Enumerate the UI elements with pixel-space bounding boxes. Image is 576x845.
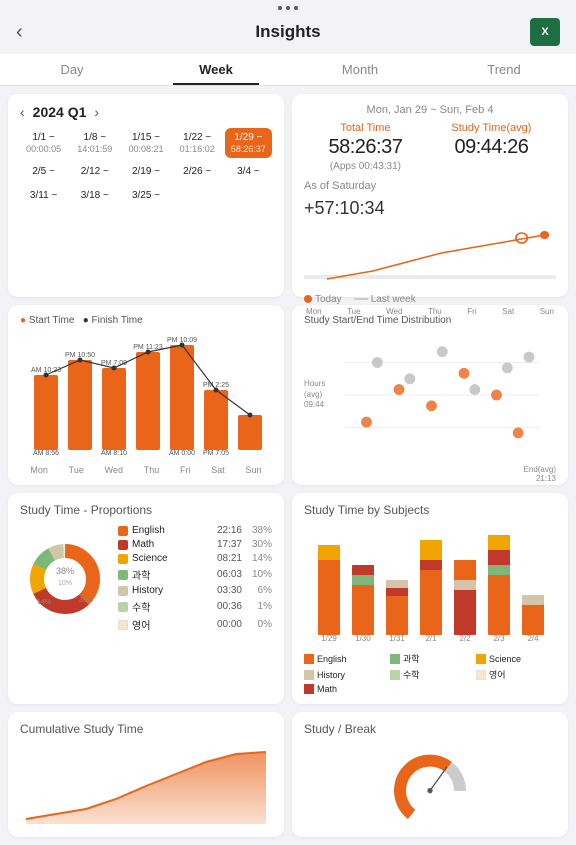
week-cell-9[interactable]: 3/4 ~	[225, 162, 272, 182]
study-break-card: Study / Break	[292, 712, 568, 837]
next-quarter-button[interactable]: ›	[94, 104, 99, 120]
svg-text:30%: 30%	[79, 597, 93, 604]
week-cell-2[interactable]: 1/15 ~ 00:08:21	[122, 128, 169, 158]
week-cell-7[interactable]: 2/19 ~	[122, 162, 169, 182]
week-cell-5[interactable]: 2/5 ~	[20, 162, 67, 182]
total-time-value: 58:26:37	[329, 136, 403, 159]
cumulative-chart	[20, 744, 272, 824]
distribution-title: Study Start/End Time Distribution	[304, 315, 556, 326]
proportions-card: Study Time - Proportions	[8, 493, 284, 704]
page-title: Insights	[46, 22, 530, 42]
svg-text:1/31: 1/31	[389, 634, 405, 643]
legend-english: English 22:16 38%	[118, 525, 272, 536]
as-of-label: As of Saturday	[304, 180, 556, 192]
legend-gwahak: 과학 06:03 10%	[118, 567, 272, 582]
legend-science: Science 08:21 14%	[118, 553, 272, 564]
proportions-title: Study Time - Proportions	[20, 503, 272, 517]
x-axis-label: End(avg)21:13	[524, 465, 556, 483]
week-cell-12[interactable]: 3/25 ~	[122, 186, 169, 206]
avg-time-label: Study Time(avg)	[451, 122, 531, 134]
week-cell-3[interactable]: 1/22 ~ 01:16:02	[174, 128, 221, 158]
back-button[interactable]: ‹	[16, 21, 46, 44]
study-break-title: Study / Break	[304, 722, 556, 736]
proportions-legend: English 22:16 38% Math 17:37 30% Science…	[118, 525, 272, 632]
start-end-chart: AM 10:23 PM 10:50 PM 7:09 PM 11:23 PM 10…	[20, 330, 272, 475]
svg-text:2/4: 2/4	[527, 634, 539, 643]
svg-text:1/30: 1/30	[355, 634, 371, 643]
subjects-title: Study Time by Subjects	[304, 503, 556, 517]
quarter-label: 2024 Q1	[33, 104, 87, 120]
tab-month[interactable]: Month	[288, 54, 432, 85]
svg-text:1/29: 1/29	[321, 634, 337, 643]
week-cell-0[interactable]: 1/1 ~ 00:00:05	[20, 128, 67, 158]
svg-text:AM 8:56: AM 8:56	[33, 450, 59, 457]
start-end-time-card: ● Start Time ● Finish Time AM 10:23 PM 1…	[8, 305, 284, 485]
subjects-by-day-card: Study Time by Subjects	[292, 493, 568, 704]
status-bar	[0, 0, 576, 14]
subjects-bar-chart: 1/29 1/30 1/31 2/1 2/2 2/3 2/4	[304, 525, 556, 645]
nav-header: ‹ Insights X	[0, 14, 576, 54]
legend-history: History 03:30 6%	[118, 585, 272, 596]
svg-text:PM 7:05: PM 7:05	[203, 450, 229, 457]
legend-yeong: 영어 00:00 0%	[118, 617, 272, 632]
apps-time-sub: (Apps 00:43:31)	[329, 161, 403, 172]
week-grid: 1/1 ~ 00:00:05 1/8 ~ 14:01:59 1/15 ~ 00:…	[20, 128, 272, 206]
cumulative-title: Cumulative Study Time	[20, 722, 272, 736]
svg-text:14%: 14%	[37, 599, 51, 606]
prev-quarter-button[interactable]: ‹	[20, 104, 25, 120]
total-time-label: Total Time	[329, 122, 403, 134]
legend-suhak: 수학 00:36 1%	[118, 599, 272, 614]
stats-card: Mon, Jan 29 ~ Sun, Feb 4 Total Time 58:2…	[292, 94, 568, 297]
week-cell-4-selected[interactable]: 1/29 ~ 58:26:37	[225, 128, 272, 158]
subjects-legend: English 과학 Science History 수학	[304, 652, 556, 694]
svg-text:2/3: 2/3	[493, 634, 505, 643]
tab-trend[interactable]: Trend	[432, 54, 576, 85]
stats-date-range: Mon, Jan 29 ~ Sun, Feb 4	[304, 104, 556, 116]
svg-text:38%: 38%	[56, 566, 74, 576]
cumulative-card: Cumulative Study Time	[8, 712, 284, 837]
today-legend: Today	[315, 294, 342, 305]
week-cell-10[interactable]: 3/11 ~	[20, 186, 67, 206]
svg-text:10%: 10%	[58, 580, 72, 587]
distribution-card: Study Start/End Time Distribution Hours …	[292, 305, 568, 485]
week-cell-1[interactable]: 1/8 ~ 14:01:59	[71, 128, 118, 158]
legend-math: Math 17:37 30%	[118, 539, 272, 550]
tab-week[interactable]: Week	[144, 54, 288, 85]
week-calendar-card: ‹ 2024 Q1 › 1/1 ~ 00:00:05 1/8 ~ 14:01:5…	[8, 94, 284, 297]
donut-chart: 38% 10% 14% 30%	[20, 534, 110, 624]
tab-day[interactable]: Day	[0, 54, 144, 85]
avg-time-value: 09:44:26	[451, 136, 531, 159]
svg-text:2/1: 2/1	[425, 634, 437, 643]
week-cell-6[interactable]: 2/12 ~	[71, 162, 118, 182]
staircase-chart: Today Last week MonTueWedThuFriSatSun	[304, 227, 556, 287]
svg-text:2/2: 2/2	[459, 634, 471, 643]
excel-export-button[interactable]: X	[530, 18, 560, 46]
start-end-title: ● Start Time ● Finish Time	[20, 315, 272, 326]
last-week-legend: Last week	[371, 294, 416, 305]
tab-bar: Day Week Month Trend	[0, 54, 576, 86]
week-cell-11[interactable]: 3/18 ~	[71, 186, 118, 206]
week-cell-8[interactable]: 2/26 ~	[174, 162, 221, 182]
delta-value: +57:10:34	[304, 198, 556, 219]
svg-text:AM 0:00: AM 0:00	[169, 450, 195, 457]
study-break-chart	[304, 744, 556, 824]
svg-text:AM 8:10: AM 8:10	[101, 450, 127, 457]
y-axis-label: Hours (avg) 09:44	[304, 379, 325, 410]
